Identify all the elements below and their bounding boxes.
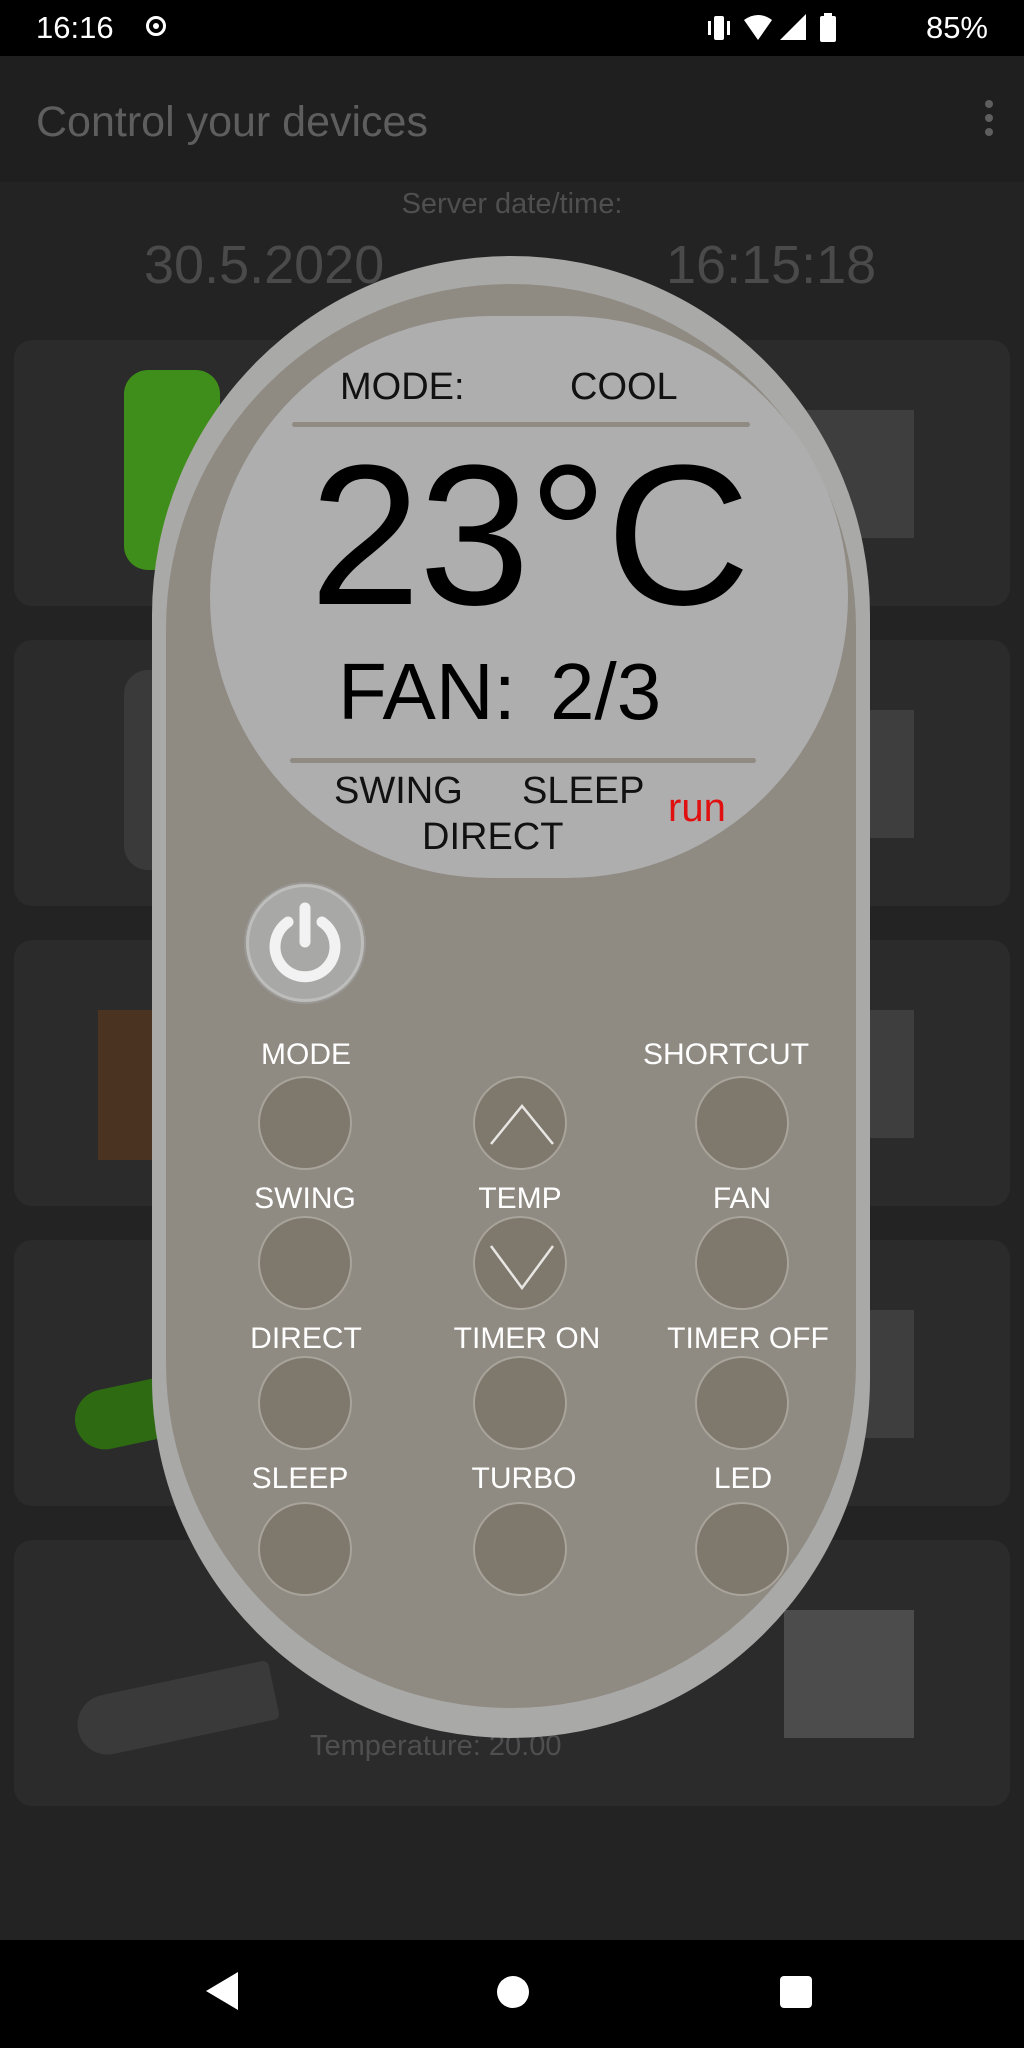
server-time: 16:15:18 <box>666 235 877 295</box>
app-bar: Control your devices <box>0 56 1024 182</box>
fan-button[interactable] <box>695 1216 789 1310</box>
led-button-label: LED <box>713 1462 773 1495</box>
remote-body: MODE: COOL 23°C FAN: 2/3 SWING SLEEP DIR… <box>166 284 856 1708</box>
battery-icon <box>820 13 836 42</box>
cast-icon <box>146 16 166 36</box>
temp-button-label: TEMP <box>478 1182 562 1215</box>
remote-display: MODE: COOL 23°C FAN: 2/3 SWING SLEEP DIR… <box>210 316 848 878</box>
display-run-indicator: run <box>668 786 726 830</box>
display-mode-label: MODE: <box>340 366 465 408</box>
signal-icon <box>780 14 806 40</box>
home-icon[interactable] <box>497 1976 529 2008</box>
recents-icon[interactable] <box>780 1976 812 2008</box>
direct-button-label: DIRECT <box>250 1322 362 1355</box>
mode-button-label: MODE <box>261 1038 351 1071</box>
sleep-button[interactable] <box>258 1502 352 1596</box>
shortcut-button[interactable] <box>695 1076 789 1170</box>
power-button[interactable] <box>246 884 364 1002</box>
overflow-menu-icon[interactable] <box>982 100 996 140</box>
swing-button-label: SWING <box>254 1182 356 1215</box>
battery-percentage: 85% <box>925 10 988 45</box>
back-icon[interactable] <box>204 1970 240 2012</box>
display-flag-sleep: SLEEP <box>522 770 645 812</box>
server-date: 30.5.2020 <box>144 235 385 295</box>
vibrate-icon <box>708 16 730 40</box>
turbo-button[interactable] <box>473 1502 567 1596</box>
display-flag-direct: DIRECT <box>422 816 564 858</box>
display-temperature: 23°C <box>309 424 751 647</box>
mode-button[interactable] <box>258 1076 352 1170</box>
app-title: Control your devices <box>36 98 428 146</box>
display-fan-label: FAN: <box>338 647 516 736</box>
timer-on-button-label: TIMER ON <box>453 1322 601 1355</box>
sleep-button-label: SLEEP <box>251 1462 349 1495</box>
display-mode-value: COOL <box>570 366 678 408</box>
timer-on-button[interactable] <box>473 1356 567 1450</box>
status-time: 16:16 <box>36 10 114 45</box>
timer-off-button[interactable] <box>695 1356 789 1450</box>
status-bar: 16:16 85% <box>0 0 1024 56</box>
power-icon <box>269 902 341 983</box>
chart-icon[interactable] <box>784 1610 914 1738</box>
shortcut-button-label: SHORTCUT <box>642 1038 810 1071</box>
status-icons <box>708 13 836 42</box>
display-fan-value: 2/3 <box>550 647 662 736</box>
temp-up-button[interactable] <box>473 1076 567 1170</box>
wifi-icon <box>744 15 772 40</box>
chevron-down-icon <box>489 1245 555 1291</box>
swing-button[interactable] <box>258 1216 352 1310</box>
display-divider-bottom <box>290 758 756 763</box>
ac-remote: MODE: COOL 23°C FAN: 2/3 SWING SLEEP DIR… <box>152 256 870 1738</box>
direct-button[interactable] <box>258 1356 352 1450</box>
timer-off-button-label: TIMER OFF <box>667 1322 829 1355</box>
navigation-bar <box>0 1940 1024 2048</box>
led-button[interactable] <box>695 1502 789 1596</box>
temp-down-button[interactable] <box>473 1216 567 1310</box>
chevron-up-icon <box>490 1104 554 1145</box>
server-datetime-label: Server date/time: <box>401 188 623 220</box>
fan-button-label: FAN <box>712 1182 772 1215</box>
display-flag-swing: SWING <box>334 770 463 812</box>
turbo-button-label: TURBO <box>471 1462 577 1495</box>
